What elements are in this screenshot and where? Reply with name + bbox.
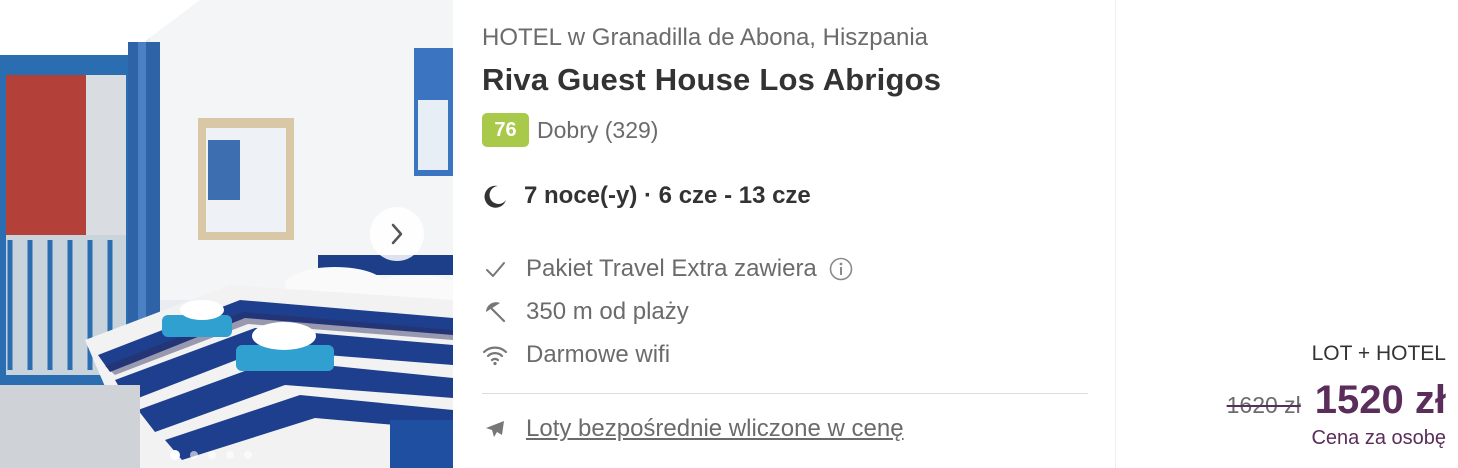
gallery-dots <box>170 450 252 460</box>
beach-umbrella-icon <box>482 299 508 325</box>
gallery-dot[interactable] <box>208 451 216 459</box>
next-image-button[interactable] <box>370 207 424 261</box>
feature-travel-extra: Pakiet Travel Extra zawiera <box>482 255 853 283</box>
rating-score-badge: 76 <box>482 113 529 147</box>
package-type-label: LOT + HOTEL <box>1311 342 1446 365</box>
direct-flights-link[interactable]: Loty bezpośrednie wliczone w cenę <box>526 415 904 443</box>
price-row: 1620 zł 1520 zł <box>1227 378 1446 423</box>
rating: 76 Dobry (329) <box>482 113 658 147</box>
gallery-dot[interactable] <box>190 451 198 459</box>
hotel-photo[interactable] <box>0 0 453 468</box>
feature-label: Pakiet Travel Extra zawiera <box>526 255 817 282</box>
stay-info: 7 noce(-y) · 6 cze - 13 cze <box>482 182 811 210</box>
hotel-name[interactable]: Riva Guest House Los Abrigos <box>482 62 941 98</box>
feature-label: Darmowe wifi <box>526 341 671 368</box>
direct-flights: Loty bezpośrednie wliczone w cenę <box>482 415 904 443</box>
gallery-dot[interactable] <box>244 451 252 459</box>
moon-icon <box>484 185 506 208</box>
offer-details: HOTEL w Granadilla de Abona, Hiszpania R… <box>482 0 1088 468</box>
chevron-right-icon <box>391 223 403 245</box>
hotel-type-location: HOTEL w Granadilla de Abona, Hiszpania <box>482 24 929 51</box>
price-per-person-label: Cena za osobę <box>1311 427 1446 449</box>
gallery-dot[interactable] <box>170 450 180 460</box>
info-icon[interactable] <box>829 257 853 281</box>
price-panel[interactable]: LOT + HOTEL 1620 zł 1520 zł Cena za osob… <box>1115 0 1458 468</box>
gallery-dot[interactable] <box>226 451 234 459</box>
rating-text[interactable]: Dobry (329) <box>537 117 658 144</box>
feature-beach-distance: 350 m od plaży <box>482 298 689 326</box>
wifi-icon <box>482 342 508 368</box>
old-price: 1620 zł <box>1226 392 1301 418</box>
feature-wifi: Darmowe wifi <box>482 341 670 369</box>
airplane-icon <box>482 416 508 442</box>
current-price[interactable]: 1520 zł <box>1315 378 1446 423</box>
stay-dates: 7 noce(-y) · 6 cze - 13 cze <box>524 182 811 209</box>
divider <box>482 393 1088 394</box>
feature-label: 350 m od plaży <box>526 298 689 325</box>
check-icon <box>482 256 508 282</box>
